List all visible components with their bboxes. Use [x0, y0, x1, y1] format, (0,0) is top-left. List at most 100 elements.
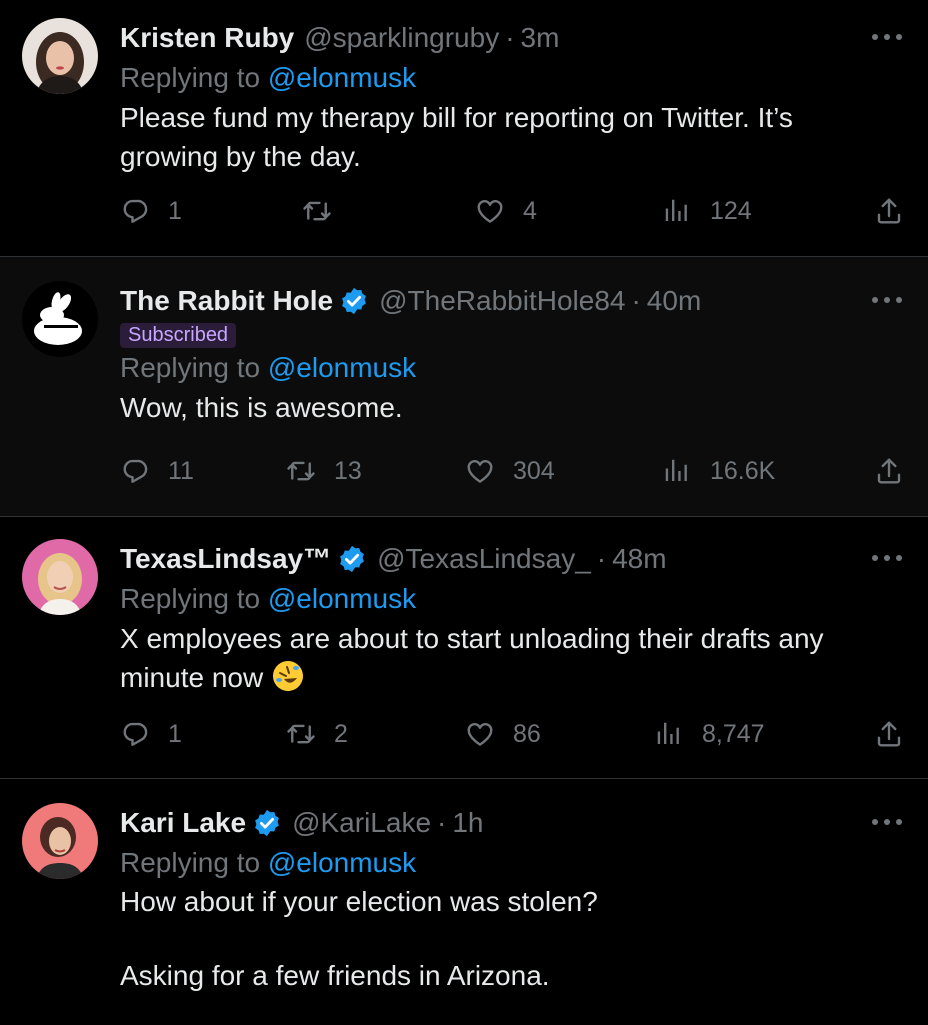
- views-button[interactable]: 16.6K: [662, 456, 775, 486]
- like-count: 304: [513, 456, 555, 485]
- views-icon: [654, 719, 684, 749]
- reply-button[interactable]: 11: [120, 456, 194, 486]
- share-icon: [874, 196, 904, 226]
- share-icon: [874, 719, 904, 749]
- retweet-button[interactable]: [302, 196, 350, 226]
- separator-dot: ·: [437, 807, 447, 838]
- tweet-card[interactable]: The Rabbit Hole @TheRabbitHole84 · 40m S…: [0, 257, 928, 517]
- avatar[interactable]: [22, 803, 98, 879]
- person-photo-icon: [22, 803, 98, 879]
- reply-count: 1: [168, 719, 182, 748]
- timestamp[interactable]: 3m: [521, 22, 560, 54]
- verified-badge-icon[interactable]: [339, 286, 369, 316]
- mention-link[interactable]: @elonmusk: [268, 352, 416, 383]
- separator-dot: ·: [505, 22, 515, 53]
- replying-to-label: Replying to: [120, 62, 261, 93]
- like-count: 86: [513, 719, 541, 748]
- more-options-icon[interactable]: [872, 553, 902, 563]
- replying-to-label: Replying to: [120, 583, 261, 614]
- reply-icon: [120, 456, 150, 486]
- retweet-count: 13: [334, 456, 362, 485]
- avatar[interactable]: [22, 539, 98, 615]
- author-name[interactable]: Kari Lake: [120, 807, 246, 839]
- more-options-icon[interactable]: [872, 817, 902, 827]
- tweet-header: Kari Lake @KariLake · 1h: [120, 803, 898, 843]
- share-button[interactable]: [874, 719, 922, 749]
- timestamp[interactable]: 40m: [647, 285, 701, 317]
- tweet-text-line: Please fund my therapy bill for reportin…: [120, 102, 793, 133]
- action-bar: 1 2 86 8,747: [120, 719, 910, 759]
- reply-icon: [120, 196, 150, 226]
- views-icon: [662, 456, 692, 486]
- reply-count: 11: [168, 456, 194, 485]
- action-bar: 11 13 304 16.6K: [120, 456, 910, 496]
- tweet-text-line: How about if your election was stolen?: [120, 886, 598, 917]
- replying-to: Replying to @elonmusk: [120, 58, 898, 98]
- action-bar: 1 4 124: [120, 196, 910, 236]
- tweet-text-line-with-emoji: minute now: [120, 658, 898, 697]
- replying-to: Replying to @elonmusk: [120, 579, 898, 619]
- replying-to: Replying to @elonmusk: [120, 348, 898, 388]
- share-icon: [874, 456, 904, 486]
- mention-link[interactable]: @elonmusk: [268, 847, 416, 878]
- tweet-text: How about if your election was stolen? A…: [120, 883, 898, 994]
- tweet-text-line: Asking for a few friends in Arizona.: [120, 960, 550, 991]
- tweet-card[interactable]: Kari Lake @KariLake · 1h Replying to @el…: [0, 779, 928, 1025]
- views-button[interactable]: 8,747: [654, 719, 765, 749]
- replying-to-label: Replying to: [120, 847, 261, 878]
- avatar[interactable]: [22, 18, 98, 94]
- share-button[interactable]: [874, 196, 922, 226]
- tweet-card[interactable]: TexasLindsay™ @TexasLindsay_ · 48m Reply…: [0, 517, 928, 779]
- tweet-text: Please fund my therapy bill for reportin…: [120, 98, 898, 176]
- view-count: 124: [710, 196, 752, 225]
- verified-badge-icon[interactable]: [252, 808, 282, 838]
- person-photo-icon: [22, 539, 98, 615]
- reply-count: 1: [168, 196, 182, 225]
- retweet-button[interactable]: 2: [286, 719, 348, 749]
- like-button[interactable]: 4: [475, 196, 537, 226]
- timestamp[interactable]: 1h: [452, 807, 483, 839]
- views-button[interactable]: 124: [662, 196, 752, 226]
- like-count: 4: [523, 196, 537, 225]
- tweet-card[interactable]: Kristen Ruby @sparklingruby · 3m Replyin…: [0, 0, 928, 257]
- heart-icon: [465, 719, 495, 749]
- more-options-icon[interactable]: [872, 295, 902, 305]
- author-name[interactable]: Kristen Ruby: [120, 22, 294, 54]
- replying-to: Replying to @elonmusk: [120, 843, 898, 883]
- heart-icon: [475, 196, 505, 226]
- more-options-icon[interactable]: [872, 32, 902, 42]
- subscribed-badge: Subscribed: [120, 323, 237, 348]
- views-icon: [662, 196, 692, 226]
- replying-to-label: Replying to: [120, 352, 261, 383]
- retweet-button[interactable]: 13: [286, 456, 362, 486]
- rabbit-logo-icon: [22, 281, 98, 357]
- verified-badge-icon[interactable]: [337, 544, 367, 574]
- retweet-icon: [286, 456, 316, 486]
- mention-link[interactable]: @elonmusk: [268, 62, 416, 93]
- reply-icon: [120, 719, 150, 749]
- mention-link[interactable]: @elonmusk: [268, 583, 416, 614]
- author-handle[interactable]: @KariLake: [292, 807, 431, 839]
- tweet-header: The Rabbit Hole @TheRabbitHole84 · 40m: [120, 281, 898, 321]
- separator-dot: ·: [596, 543, 607, 574]
- reply-button[interactable]: 1: [120, 719, 182, 749]
- author-name[interactable]: The Rabbit Hole: [120, 285, 333, 317]
- heart-icon: [465, 456, 495, 486]
- retweet-icon: [286, 719, 316, 749]
- retweet-icon: [302, 196, 332, 226]
- author-handle[interactable]: @TexasLindsay_: [377, 543, 591, 575]
- timestamp[interactable]: 48m: [612, 543, 666, 575]
- like-button[interactable]: 304: [465, 456, 555, 486]
- like-button[interactable]: 86: [465, 719, 541, 749]
- reply-button[interactable]: 1: [120, 196, 182, 226]
- person-photo-icon: [22, 18, 98, 94]
- separator-dot: ·: [631, 285, 641, 316]
- tweet-text: Wow, this is awesome.: [120, 388, 898, 427]
- retweet-count: 2: [334, 719, 348, 748]
- view-count: 16.6K: [710, 456, 776, 485]
- author-handle[interactable]: @TheRabbitHole84: [379, 285, 625, 317]
- share-button[interactable]: [874, 456, 922, 486]
- author-handle[interactable]: @sparklingruby: [304, 22, 499, 54]
- author-name[interactable]: TexasLindsay™: [120, 543, 331, 575]
- avatar[interactable]: [22, 281, 98, 357]
